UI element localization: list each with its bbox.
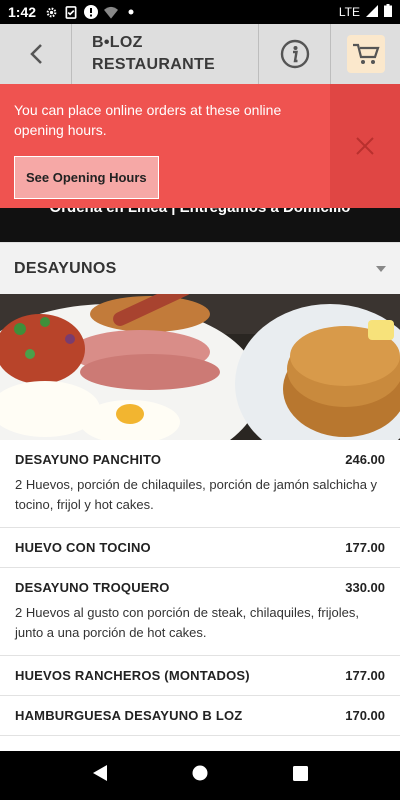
menu-item[interactable]: HUEVO CON TOCINO 177.00 (0, 528, 400, 568)
menu-item-price: 246.00 (345, 452, 385, 467)
menu-item-name: DESAYUNO PANCHITO (15, 452, 162, 467)
menu-item-name: HUEVO CON TOCINO (15, 540, 151, 555)
cart-icon (352, 43, 380, 64)
menu-item[interactable]: DESAYUNO PANCHITO 246.00 2 Huevos, porci… (0, 440, 400, 528)
menu-item[interactable]: HUEVOS RANCHEROS (MONTADOS) 177.00 (0, 656, 400, 696)
app-header: B•LOZ RESTAURANTE (0, 24, 400, 84)
info-icon (280, 39, 309, 69)
info-button[interactable] (258, 24, 330, 84)
notice-text: You can place online orders at these onl… (14, 102, 282, 138)
cart-button[interactable] (330, 24, 400, 84)
menu-item-description: 2 Huevos, porción de chilaquiles, porció… (15, 477, 378, 512)
back-button[interactable] (0, 24, 72, 84)
menu-item[interactable]: DESAYUNO TROQUERO 330.00 2 Huevos al gus… (0, 568, 400, 656)
close-icon (356, 137, 374, 155)
category-hero-image (0, 294, 400, 440)
network-type: LTE (338, 5, 360, 19)
alert-icon (84, 5, 99, 19)
cart-icon-box (346, 35, 385, 73)
menu-item-name: DESAYUNO TROQUERO (15, 580, 170, 595)
nav-home-button[interactable] (192, 765, 208, 786)
menu-item-name: HUEVOS RANCHEROS (MONTADOS) (15, 668, 250, 683)
see-opening-hours-button[interactable]: See Opening Hours (14, 156, 159, 199)
wifi-icon (104, 5, 119, 19)
title-line-1: B•LOZ (92, 34, 143, 51)
circle-home-icon (192, 765, 208, 781)
opening-hours-notice: You can place online orders at these onl… (0, 84, 400, 208)
restaurant-title: B•LOZ RESTAURANTE (72, 24, 258, 84)
settings-icon (44, 5, 58, 19)
square-recents-icon (292, 765, 308, 781)
menu-item-price: 177.00 (345, 668, 385, 683)
chevron-down-icon (376, 265, 386, 272)
nav-recents-button[interactable] (292, 765, 308, 786)
nav-back-button[interactable] (92, 764, 108, 787)
battery-icon (384, 4, 392, 20)
status-time: 1:42 (8, 4, 37, 20)
dot-icon (124, 5, 138, 19)
category-header-desayunos[interactable]: DESAYUNOS (0, 242, 400, 294)
menu-item-price: 177.00 (345, 540, 385, 555)
clipboard-check-icon (64, 5, 78, 19)
menu-item-price: 170.00 (345, 708, 385, 723)
status-bar: 1:42 LTE (0, 0, 400, 24)
title-line-2: RESTAURANTE (92, 56, 216, 73)
arrow-back-icon (29, 44, 42, 64)
close-notice-button[interactable] (330, 84, 400, 208)
menu-item-name: HAMBURGUESA DESAYUNO B LOZ (15, 708, 243, 723)
system-navigation-bar (0, 751, 400, 800)
signal-icon (366, 4, 378, 20)
menu-item[interactable]: HAMBURGUESA DESAYUNO B LOZ 170.00 (0, 696, 400, 736)
menu-item-price: 330.00 (345, 580, 385, 595)
triangle-back-icon (93, 765, 108, 781)
menu-item-description: 2 Huevos al gusto con porción de steak, … (15, 605, 359, 640)
menu-list: DESAYUNO PANCHITO 246.00 2 Huevos, porci… (0, 440, 400, 751)
category-title: DESAYUNOS (14, 259, 117, 277)
